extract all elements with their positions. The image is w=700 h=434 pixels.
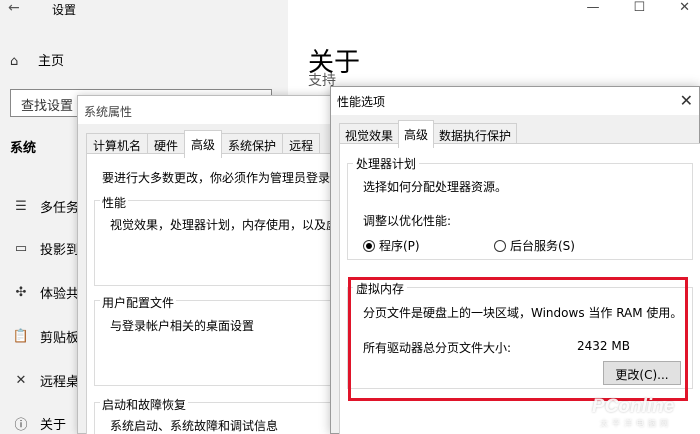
- radio-background-services[interactable]: 后台服务(S): [494, 237, 575, 254]
- nav-item-remote-desktop[interactable]: ✕ 远程桌: [10, 370, 79, 390]
- nav-item-shared-experiences-label: 体验共: [40, 286, 80, 302]
- radio-background-services-label: 后台服务(S): [510, 239, 575, 253]
- processor-scheduling-label: 处理器计划: [353, 155, 420, 172]
- tab-advanced[interactable]: 高级: [398, 120, 435, 148]
- radio-programs-indicator[interactable]: [363, 239, 375, 252]
- performance-options-dialog: 性能选项 ✕ 视觉效果 高级 数据执行保护 处理器计划 选择如何分配处理器资源。…: [330, 86, 700, 434]
- settings-app-title: 设置: [52, 3, 77, 17]
- remote-desktop-icon: ✕: [15, 372, 27, 388]
- nav-item-multitasking[interactable]: ☰ 多任务: [10, 196, 79, 216]
- clipboard-icon: 📋: [12, 328, 30, 344]
- nav-item-shared-experiences[interactable]: ✣ 体验共: [10, 282, 79, 302]
- close-icon[interactable]: ✕: [680, 91, 693, 110]
- startup-recovery-group-text: 系统启动、系统故障和调试信息: [110, 419, 279, 433]
- nav-item-about-label: 关于: [40, 417, 67, 433]
- close-icon[interactable]: ✕: [679, 0, 690, 15]
- maximize-icon[interactable]: ☐: [633, 0, 645, 15]
- user-profiles-group-text: 与登录帐户相关的桌面设置: [110, 319, 255, 333]
- startup-recovery-group-label: 启动和故障恢复: [100, 396, 189, 413]
- back-arrow-icon[interactable]: ←: [8, 0, 20, 16]
- tab-advanced[interactable]: 高级: [184, 130, 223, 158]
- nav-item-multitasking-label: 多任务: [40, 200, 80, 216]
- watermark-subtitle: 太平洋电脑网: [600, 419, 672, 428]
- nav-item-about[interactable]: ⓘ 关于: [10, 413, 66, 433]
- watermark-logo: PConline: [592, 396, 675, 417]
- nav-item-home[interactable]: ⌂ 主页: [10, 50, 64, 69]
- user-profiles-group: [94, 300, 370, 386]
- multitasking-icon: ☰: [15, 198, 27, 214]
- nav-section-system: 系统: [10, 141, 37, 156]
- processor-scheduling-description: 选择如何分配处理器资源。: [363, 180, 508, 194]
- nav-item-clipboard-label: 剪贴板: [40, 330, 80, 346]
- home-icon: ⌂: [10, 54, 19, 69]
- nav-item-home-label: 主页: [38, 54, 65, 69]
- window-controls: — ☐ ✕: [586, 0, 690, 15]
- projector-icon: ▭: [14, 240, 28, 256]
- nav-item-clipboard[interactable]: 📋 剪贴板: [10, 326, 79, 346]
- performance-group: [94, 200, 370, 286]
- system-properties-title: 系统属性: [78, 96, 366, 124]
- radio-background-services-indicator[interactable]: [494, 239, 506, 252]
- user-profiles-group-label: 用户配置文件: [100, 294, 177, 311]
- nav-item-remote-desktop-label: 远程桌: [40, 374, 80, 390]
- radio-programs-label: 程序(P): [379, 239, 420, 253]
- optimize-performance-label: 调整以优化性能:: [363, 214, 452, 228]
- nav-item-project[interactable]: ▭ 投影到: [10, 238, 79, 258]
- info-icon: ⓘ: [14, 417, 28, 433]
- performance-group-label: 性能: [100, 194, 129, 211]
- performance-options-title: 性能选项: [331, 87, 699, 115]
- shared-experiences-icon: ✣: [15, 284, 27, 300]
- performance-group-text: 视觉效果，处理器计划，内存使用，以及虚拟内: [110, 218, 363, 232]
- radio-programs[interactable]: 程序(P): [363, 237, 420, 254]
- minimize-icon[interactable]: —: [586, 0, 599, 15]
- watermark: PConline 太平洋电脑网: [592, 396, 675, 428]
- admin-note: 要进行大多数更改，你必须作为管理员登录。: [102, 171, 343, 185]
- nav-item-project-label: 投影到: [40, 242, 80, 258]
- system-properties-dialog: 系统属性 计算机名 硬件 高级 系统保护 远程 要进行大多数更改，你必须作为管理…: [77, 95, 370, 434]
- highlight-box: [348, 277, 688, 401]
